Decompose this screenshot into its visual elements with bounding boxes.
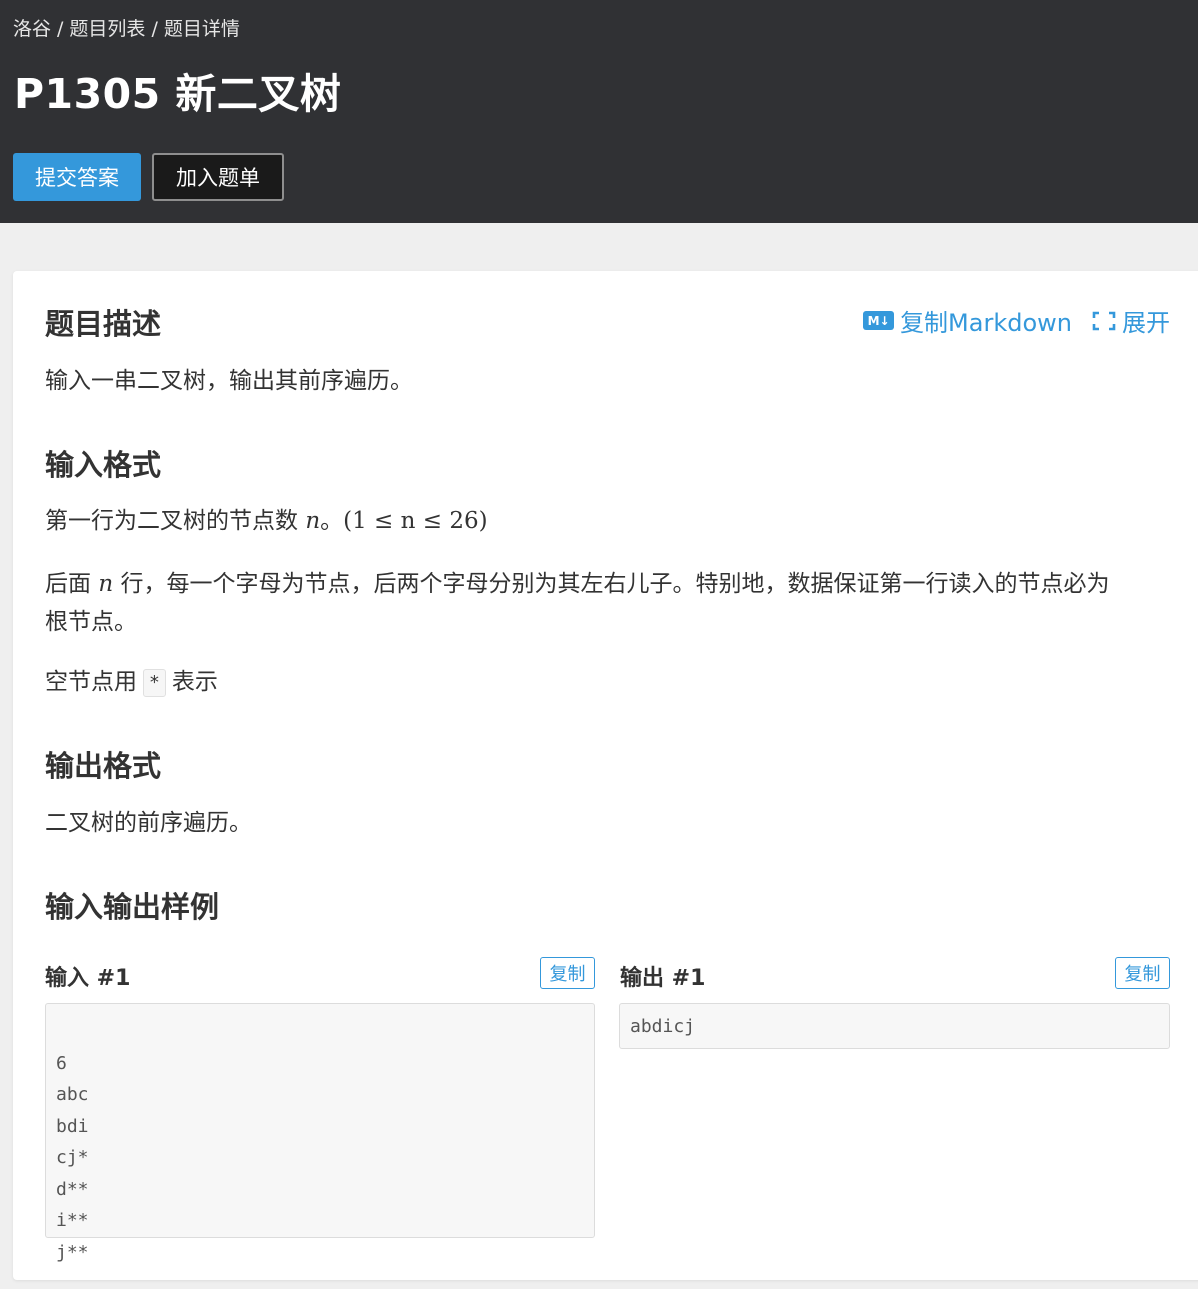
sample-input-box[interactable]: 6 abc bdi cj* d** i** j** bbox=[45, 1003, 595, 1263]
sample-output-box[interactable]: abdicj bbox=[619, 1003, 1170, 1049]
copy-markdown-button[interactable]: M↓ 复制Markdown bbox=[863, 303, 1072, 338]
breadcrumb-problem-detail: 题目详情 bbox=[163, 18, 240, 40]
sample-output-label: 输出 #1 bbox=[620, 966, 706, 991]
inline-code-asterisk: * bbox=[143, 668, 166, 697]
math-range: (1 ≤ n ≤ 26) bbox=[343, 508, 488, 534]
output-format-heading: 输出格式 bbox=[45, 749, 162, 783]
input-line3-suffix: 表示 bbox=[171, 669, 218, 695]
content-toolbar: M↓ 复制Markdown 展开 bbox=[863, 303, 1170, 338]
sample-input-line: abc bbox=[56, 1084, 89, 1105]
markdown-icon: M↓ bbox=[863, 311, 895, 330]
expand-button[interactable]: 展开 bbox=[1092, 303, 1170, 338]
problem-header: 洛谷 / 题目列表 / 题目详情 P1305 新二叉树 提交答案 加入题单 bbox=[0, 0, 1198, 223]
math-var-n-text: n bbox=[98, 571, 114, 597]
output-format-text: 二叉树的前序遍历。 bbox=[45, 810, 252, 836]
sample-input-line: bdi bbox=[56, 1115, 89, 1137]
input-format-line-2: 后面 n 行，每一个字母为节点，后两个字母分别为其左右儿子。特别地，数据保证第一… bbox=[45, 565, 1185, 641]
math-var-n: n bbox=[298, 508, 320, 534]
problem-content-card: M↓ 复制Markdown 展开 题目描述 输入一串二叉树，输出其前序遍历。 输… bbox=[13, 271, 1198, 1280]
input-format-line-1: 第一行为二叉树的节点数 n。(1 ≤ n ≤ 26) bbox=[45, 502, 488, 540]
sample-input-line: i** bbox=[56, 1210, 89, 1231]
breadcrumb: 洛谷 / 题目列表 / 题目详情 bbox=[13, 14, 240, 41]
input-format-heading: 输入格式 bbox=[45, 448, 162, 482]
math-var-n-text: n bbox=[305, 508, 321, 534]
sample-input-line: d** bbox=[56, 1178, 89, 1200]
input-line1-suffix: 。 bbox=[320, 508, 344, 534]
input-line2-wrap: 根节点。 bbox=[45, 609, 137, 635]
samples-heading: 输入输出样例 bbox=[45, 890, 220, 924]
copy-markdown-label: 复制Markdown bbox=[900, 309, 1072, 337]
copy-input-button[interactable]: 复制 bbox=[540, 957, 595, 989]
input-format-line-3: 空节点用 * 表示 bbox=[45, 663, 218, 701]
sample-input-line: j** bbox=[56, 1241, 89, 1263]
breadcrumb-problem-list[interactable]: 题目列表 bbox=[69, 18, 145, 40]
breadcrumb-home[interactable]: 洛谷 bbox=[13, 18, 51, 40]
input-line1-prefix: 第一行为二叉树的节点数 bbox=[45, 508, 298, 534]
page-title: P1305 新二叉树 bbox=[14, 70, 342, 118]
sample-output-line: abdicj bbox=[630, 1016, 696, 1037]
input-line2-text: 行，每一个字母为节点，后两个字母分别为其左右儿子。特别地，数据保证第一行读入的节… bbox=[120, 571, 1110, 597]
breadcrumb-separator: / bbox=[57, 18, 64, 40]
submit-answer-button[interactable]: 提交答案 bbox=[13, 153, 141, 201]
expand-icon bbox=[1092, 311, 1116, 330]
add-to-list-button[interactable]: 加入题单 bbox=[152, 153, 284, 201]
sample-input-line: 6 bbox=[56, 1052, 67, 1074]
math-var-n: n bbox=[91, 571, 120, 597]
description-text: 输入一串二叉树，输出其前序遍历。 bbox=[45, 368, 413, 394]
expand-label: 展开 bbox=[1122, 309, 1170, 337]
input-line2-prefix: 后面 bbox=[45, 571, 91, 597]
sample-input-label: 输入 #1 bbox=[45, 966, 131, 991]
breadcrumb-separator: / bbox=[151, 18, 158, 40]
copy-output-button[interactable]: 复制 bbox=[1115, 957, 1170, 989]
sample-input-line: cj* bbox=[56, 1147, 89, 1168]
description-heading: 题目描述 bbox=[45, 307, 162, 341]
input-line3-prefix: 空节点用 bbox=[45, 669, 137, 695]
